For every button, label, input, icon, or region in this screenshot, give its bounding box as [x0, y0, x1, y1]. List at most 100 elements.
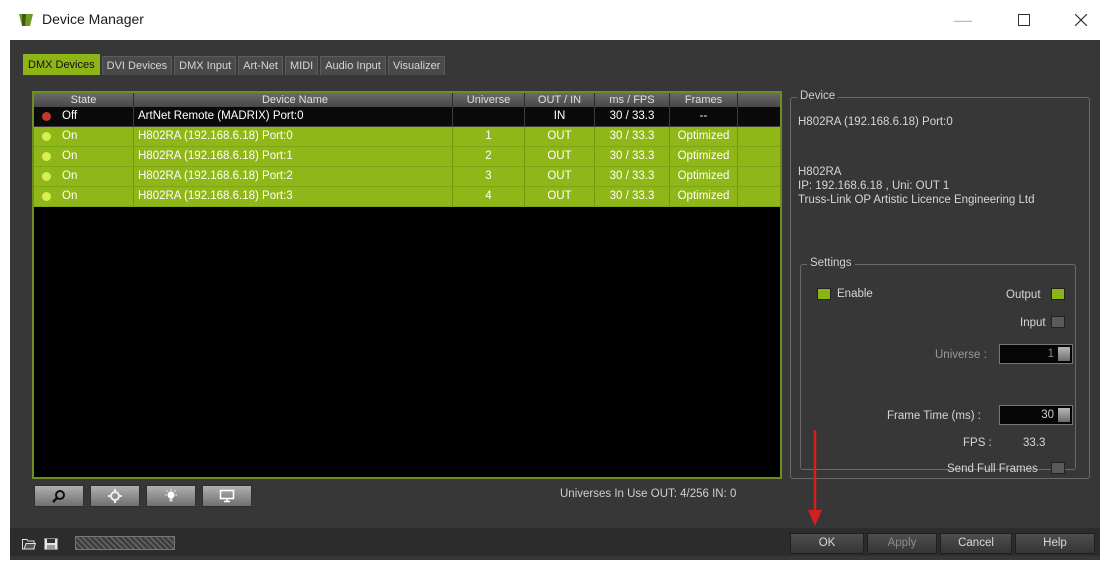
table-row[interactable]: On H802RA (192.168.6.18) Port:2 3 OUT 30…: [34, 167, 780, 187]
settings-legend: Settings: [807, 257, 855, 269]
universe-cell: 3: [453, 167, 525, 186]
frames-cell: Optimized: [670, 167, 738, 186]
profile-field[interactable]: [75, 536, 175, 550]
frames-cell: --: [670, 107, 738, 126]
state-cell: On: [34, 167, 134, 186]
tab-dvi-devices[interactable]: DVI Devices: [101, 56, 173, 75]
table-row[interactable]: On H802RA (192.168.6.18) Port:0 1 OUT 30…: [34, 127, 780, 147]
device-manager-client: DMX Devices DVI Devices DMX Input Art-Ne…: [10, 40, 1100, 560]
universe-cell: 4: [453, 187, 525, 206]
enable-checkbox[interactable]: [817, 288, 831, 300]
frame-time-spinbox[interactable]: 30: [999, 405, 1073, 425]
out-in-cell: OUT: [525, 187, 595, 206]
input-label: Input: [1020, 317, 1046, 329]
output-label: Output: [1006, 289, 1041, 301]
state-cell: On: [34, 147, 134, 166]
search-icon: [52, 490, 65, 503]
open-folder-icon[interactable]: [22, 538, 36, 550]
enable-label: Enable: [837, 288, 873, 300]
status-on-icon: [42, 132, 51, 141]
table-row[interactable]: On H802RA (192.168.6.18) Port:3 4 OUT 30…: [34, 187, 780, 207]
settings-group: Settings Enable Output Input Universe : …: [800, 257, 1076, 475]
fps-label: FPS :: [963, 437, 992, 449]
column-header-frames[interactable]: Frames: [670, 93, 738, 107]
column-header-device-name[interactable]: Device Name: [134, 93, 453, 107]
frames-cell: Optimized: [670, 127, 738, 146]
column-header-ms-fps[interactable]: ms / FPS: [595, 93, 670, 107]
frame-time-label: Frame Time (ms) :: [887, 410, 981, 422]
tab-midi[interactable]: MIDI: [284, 56, 319, 75]
minimize-icon: —: [954, 9, 972, 30]
send-full-frames-checkbox[interactable]: [1051, 462, 1065, 474]
apply-button[interactable]: Apply: [867, 533, 937, 554]
device-name-cell: H802RA (192.168.6.18) Port:0: [134, 127, 453, 146]
frame-time-value: 30: [1041, 409, 1054, 421]
spin-arrows-icon[interactable]: [1058, 408, 1070, 422]
device-vendor: Truss-Link OP Artistic Licence Engineeri…: [798, 194, 1035, 206]
universe-value: 1: [1047, 348, 1054, 360]
preview-monitor-button[interactable]: [202, 485, 252, 507]
app-icon: [19, 14, 33, 26]
table-header: State Device Name Universe OUT / IN ms /…: [34, 93, 780, 107]
device-legend: Device: [797, 90, 839, 102]
light-bulb-icon: [165, 489, 177, 502]
identify-device-button[interactable]: [146, 485, 196, 507]
device-tools-toolbar: [34, 485, 258, 507]
save-disk-icon[interactable]: [44, 538, 58, 550]
device-ip: IP: 192.168.6.18 , Uni: OUT 1: [798, 180, 950, 192]
tab-dmx-input[interactable]: DMX Input: [174, 56, 237, 75]
device-name-cell: ArtNet Remote (MADRIX) Port:0: [134, 107, 453, 126]
out-in-cell: OUT: [525, 147, 595, 166]
table-row[interactable]: On H802RA (192.168.6.18) Port:1 2 OUT 30…: [34, 147, 780, 167]
universe-spinbox[interactable]: 1: [999, 344, 1073, 364]
state-text: Off: [62, 110, 78, 122]
monitor-icon: [219, 489, 235, 503]
out-in-cell: OUT: [525, 167, 595, 186]
ms-fps-cell: 30 / 33.3: [595, 167, 670, 186]
universe-cell: [453, 107, 525, 126]
title-bar: Device Manager —: [0, 0, 1105, 40]
settings-gear-icon: [108, 489, 122, 503]
tab-audio-input[interactable]: Audio Input: [320, 56, 386, 75]
state-cell: On: [34, 187, 134, 206]
column-header-universe[interactable]: Universe: [453, 93, 525, 107]
tab-visualizer[interactable]: Visualizer: [387, 56, 446, 75]
device-name-cell: H802RA (192.168.6.18) Port:3: [134, 187, 453, 206]
maximize-icon: [1018, 14, 1030, 26]
close-icon: [1075, 14, 1087, 26]
tab-art-net[interactable]: Art-Net: [238, 56, 283, 75]
input-checkbox[interactable]: [1051, 316, 1065, 328]
universes-in-use-status: Universes In Use OUT: 4/256 IN: 0: [560, 488, 737, 500]
selected-device-name: H802RA (192.168.6.18) Port:0: [798, 116, 953, 128]
status-on-icon: [42, 192, 51, 201]
annotation-arrow-icon: [808, 430, 822, 526]
column-header-out-in[interactable]: OUT / IN: [525, 93, 595, 107]
cancel-button[interactable]: Cancel: [940, 533, 1012, 554]
ok-button[interactable]: OK: [790, 533, 864, 554]
device-table: State Device Name Universe OUT / IN ms /…: [32, 91, 782, 479]
state-text: On: [62, 190, 78, 202]
maximize-button[interactable]: [1001, 6, 1047, 34]
output-checkbox[interactable]: [1051, 288, 1065, 300]
universe-cell: 2: [453, 147, 525, 166]
device-name-cell: H802RA (192.168.6.18) Port:1: [134, 147, 453, 166]
tab-dmx-devices[interactable]: DMX Devices: [23, 54, 100, 75]
send-full-frames-label: Send Full Frames: [947, 463, 1038, 475]
state-text: On: [62, 150, 78, 162]
status-off-icon: [42, 112, 51, 121]
table-row[interactable]: Off ArtNet Remote (MADRIX) Port:0 IN 30 …: [34, 107, 780, 127]
spin-arrows-icon[interactable]: [1058, 347, 1070, 361]
help-button[interactable]: Help: [1015, 533, 1095, 554]
out-in-cell: IN: [525, 107, 595, 126]
search-devices-button[interactable]: [34, 485, 84, 507]
column-header-state[interactable]: State: [34, 93, 134, 107]
close-button[interactable]: [1058, 6, 1104, 34]
state-cell: Off: [34, 107, 134, 126]
ms-fps-cell: 30 / 33.3: [595, 107, 670, 126]
out-in-cell: OUT: [525, 127, 595, 146]
frames-cell: Optimized: [670, 147, 738, 166]
state-text: On: [62, 130, 78, 142]
minimize-button[interactable]: —: [940, 6, 986, 34]
universe-label: Universe :: [935, 349, 987, 361]
device-settings-button[interactable]: [90, 485, 140, 507]
